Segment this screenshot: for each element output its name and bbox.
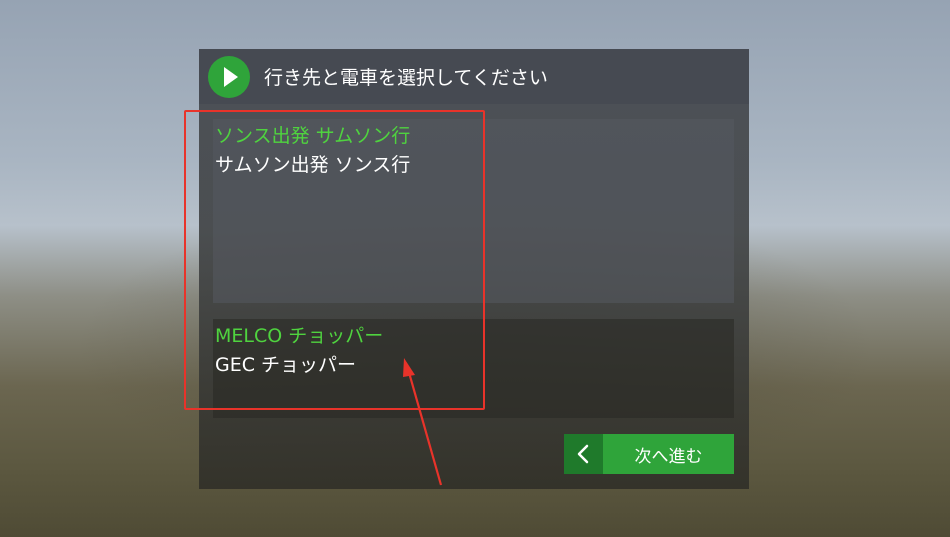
train-option[interactable]: MELCO チョッパー GEC チョッパー bbox=[213, 319, 734, 418]
train-selected-label: MELCO チョッパー bbox=[215, 325, 384, 347]
train-alternate-label[interactable]: GEC チョッパー bbox=[215, 350, 734, 380]
selection-dialog: 行き先と電車を選択してください ソンス出発 サムソン行 サムソン出発 ソンス行 … bbox=[199, 49, 749, 489]
route-alternate-label[interactable]: サムソン出発 ソンス行 bbox=[215, 150, 734, 180]
arrow-up-icon bbox=[403, 358, 443, 486]
chevron-left-icon bbox=[577, 444, 589, 464]
next-button-group: 次へ進む bbox=[564, 434, 734, 474]
next-button-label: 次へ進む bbox=[634, 446, 703, 467]
route-selected-label: ソンス出発 サムソン行 bbox=[215, 125, 411, 147]
back-button[interactable] bbox=[564, 434, 603, 474]
play-button[interactable] bbox=[208, 56, 250, 98]
dialog-header: 行き先と電車を選択してください bbox=[199, 49, 749, 104]
play-icon bbox=[224, 67, 238, 87]
route-option[interactable]: ソンス出発 サムソン行 サムソン出発 ソンス行 bbox=[213, 119, 734, 303]
dialog-title: 行き先と電車を選択してください bbox=[264, 67, 548, 89]
next-button[interactable]: 次へ進む bbox=[603, 434, 734, 474]
